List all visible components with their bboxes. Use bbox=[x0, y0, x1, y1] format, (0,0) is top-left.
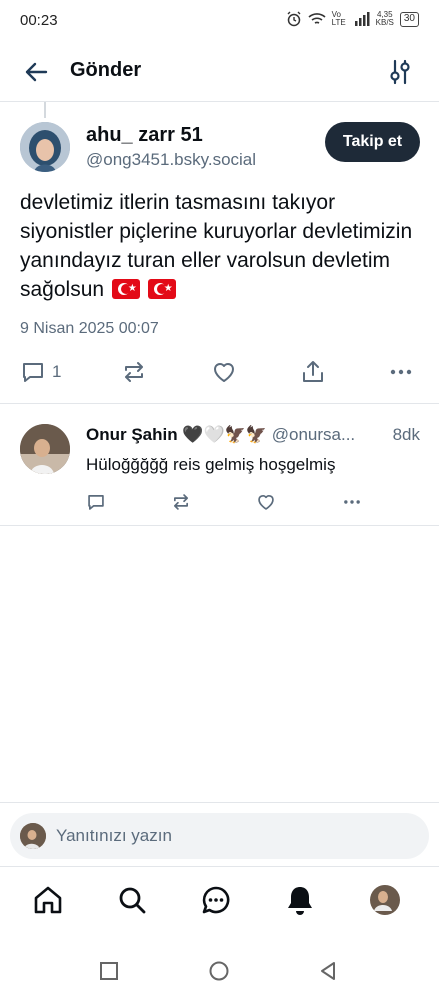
reply-input[interactable]: Yanıtınızı yazın bbox=[10, 813, 429, 859]
share-button[interactable] bbox=[300, 356, 326, 388]
post-actions: 1 bbox=[0, 356, 439, 388]
heart-icon bbox=[214, 363, 234, 382]
comment-icon bbox=[23, 363, 43, 382]
like-button[interactable] bbox=[256, 486, 276, 518]
reply-count: 1 bbox=[52, 362, 62, 381]
profile-avatar-icon bbox=[370, 885, 400, 915]
status-icons: Vo LTE 4,35 KB/S 30 bbox=[286, 11, 419, 27]
turkey-flag-icon: ★ bbox=[147, 279, 176, 299]
share-icon bbox=[303, 361, 323, 382]
net-speed: 4,35 KB/S bbox=[375, 10, 394, 27]
nav-profile[interactable] bbox=[368, 883, 402, 917]
page-title: Gönder bbox=[70, 59, 142, 81]
chat-bubble-icon bbox=[202, 886, 230, 914]
reply-input-placeholder: Yanıtınızı yazın bbox=[56, 826, 172, 845]
reply-post[interactable]: Onur Şahin 🖤🤍🦅🦅 @onursa... 8dk Hüloğğğğğ… bbox=[0, 404, 439, 526]
reply-author-name[interactable]: Onur Şahin 🖤🤍🦅🦅 bbox=[86, 425, 267, 444]
nav-home[interactable] bbox=[31, 883, 65, 917]
repost-icon bbox=[174, 494, 188, 510]
wifi-icon bbox=[308, 13, 326, 24]
reply-header: Onur Şahin 🖤🤍🦅🦅 @onursa... 8dk bbox=[86, 425, 426, 445]
reply-author-handle[interactable]: @onursa... bbox=[272, 425, 355, 444]
network-label: Vo LTE bbox=[331, 10, 346, 27]
battery-indicator: 30 bbox=[399, 11, 419, 27]
avatar[interactable] bbox=[20, 122, 70, 172]
post-text: devletimiz itlerin tasmasını takıyor siy… bbox=[20, 191, 413, 301]
signal-icon bbox=[354, 12, 370, 26]
home-circle-icon[interactable] bbox=[208, 960, 230, 982]
repost-button[interactable] bbox=[121, 356, 147, 388]
back-triangle-icon[interactable] bbox=[317, 960, 339, 982]
more-button[interactable] bbox=[342, 486, 362, 518]
reply-text: Hüloğğğğğ reis gelmiş hoşgelmiş bbox=[86, 455, 336, 474]
more-dots-icon bbox=[390, 369, 412, 375]
reply-actions bbox=[0, 486, 439, 514]
more-dots-icon bbox=[344, 500, 360, 504]
author-handle[interactable]: @ong3451.bsky.social bbox=[86, 150, 256, 170]
status-bar: 00:23 Vo LTE 4,35 KB/S 30 bbox=[0, 0, 439, 44]
heart-icon bbox=[258, 495, 274, 510]
sliders-icon[interactable] bbox=[387, 58, 413, 86]
avatar[interactable] bbox=[20, 424, 70, 474]
reply-button[interactable]: 1 bbox=[20, 356, 61, 388]
top-bar: Gönder bbox=[0, 44, 439, 102]
reply-composer: Yanıtınızı yazın bbox=[0, 802, 439, 866]
avatar bbox=[20, 823, 46, 849]
more-button[interactable] bbox=[388, 356, 414, 388]
reply-button[interactable] bbox=[86, 486, 106, 518]
follow-button[interactable]: Takip et bbox=[325, 122, 420, 162]
search-icon bbox=[119, 887, 146, 914]
post-date: 9 Nisan 2025 00:07 bbox=[20, 320, 159, 337]
reply-time: 8dk bbox=[388, 425, 420, 445]
back-arrow-icon[interactable] bbox=[22, 58, 50, 86]
nav-chat[interactable] bbox=[199, 883, 233, 917]
author-name[interactable]: ahu_ zarr 51 bbox=[86, 124, 203, 147]
main-post: ahu_ zarr 51 @ong3451.bsky.social Takip … bbox=[0, 102, 439, 404]
repost-icon bbox=[125, 362, 143, 382]
status-time: 00:23 bbox=[20, 12, 58, 29]
recent-apps-icon[interactable] bbox=[98, 960, 120, 982]
repost-button[interactable] bbox=[171, 486, 191, 518]
comment-icon bbox=[88, 495, 104, 510]
turkey-flag-icon: ★ bbox=[111, 279, 140, 299]
bell-icon bbox=[288, 887, 312, 915]
system-nav-bar bbox=[0, 940, 439, 1000]
bottom-nav bbox=[0, 866, 439, 938]
alarm-icon bbox=[287, 11, 301, 27]
like-button[interactable] bbox=[211, 356, 237, 388]
home-icon bbox=[34, 886, 62, 914]
nav-search[interactable] bbox=[115, 883, 149, 917]
nav-notifications[interactable] bbox=[283, 883, 317, 917]
